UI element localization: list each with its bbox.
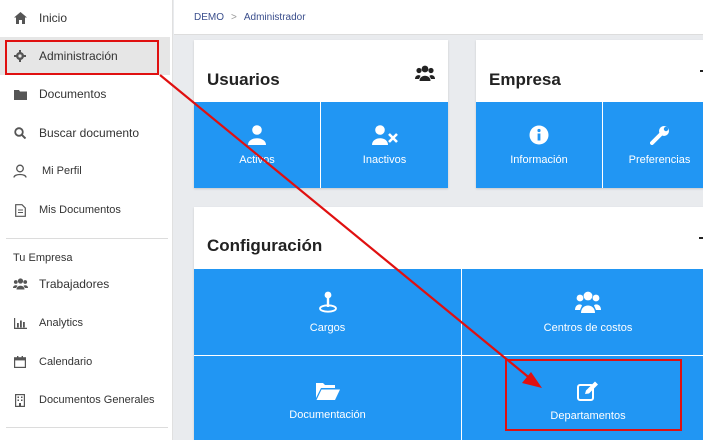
breadcrumb: DEMO > Administrador xyxy=(174,0,703,35)
building-icon xyxy=(12,392,28,408)
sidebar-item-label: Calendario xyxy=(39,356,93,368)
info-icon xyxy=(529,125,549,154)
search-icon xyxy=(12,125,28,141)
breadcrumb-separator: > xyxy=(231,11,237,23)
section-label-tu-empresa: Tu Empresa xyxy=(13,252,73,264)
tile-label: Información xyxy=(510,153,568,166)
user-icon xyxy=(248,124,266,154)
sidebar-item-inicio[interactable]: Inicio xyxy=(0,0,170,37)
pin-icon xyxy=(318,291,337,322)
tile-activos[interactable]: Activos xyxy=(194,102,320,188)
sidebar-item-label: Mi Perfil xyxy=(42,165,82,177)
user-remove-icon xyxy=(371,124,398,154)
folder-icon xyxy=(12,86,28,102)
sidebar-item-label: Documentos xyxy=(39,87,107,101)
tile-cargos[interactable]: Cargos xyxy=(194,269,461,355)
group-icon xyxy=(415,65,435,87)
collapse-icon[interactable] xyxy=(699,237,703,239)
tile-preferencias[interactable]: Preferencias xyxy=(603,102,703,188)
usuarios-card: Usuarios Activos Inactivos xyxy=(194,40,448,188)
users-icon xyxy=(12,276,28,292)
sidebar-item-label: Documentos Generales xyxy=(39,394,155,406)
tile-inactivos[interactable]: Inactivos xyxy=(321,102,448,188)
sidebar-item-label: Buscar documento xyxy=(39,126,140,140)
sidebar-item-documentos[interactable]: Documentos xyxy=(0,75,170,113)
sidebar-item-label: Analytics xyxy=(39,317,84,329)
tile-label: Centros de costos xyxy=(543,321,633,334)
home-icon xyxy=(12,10,28,26)
card-title: Empresa xyxy=(489,70,561,89)
document-icon xyxy=(12,202,28,218)
group-icon xyxy=(575,291,601,322)
sidebar-divider xyxy=(6,427,168,428)
breadcrumb-current: Administrador xyxy=(243,11,306,23)
card-title: Usuarios xyxy=(207,70,280,89)
sidebar-item-buscar-documento[interactable]: Buscar documento xyxy=(0,114,170,152)
empresa-card: Empresa Información Preferencias xyxy=(476,40,703,188)
sidebar-item-calendario[interactable]: Calendario xyxy=(0,343,170,381)
sidebar-item-label: Inicio xyxy=(39,11,68,25)
user-icon xyxy=(12,163,28,179)
card-title: Configuración xyxy=(207,236,323,255)
calendar-icon xyxy=(12,354,28,370)
tile-documentacion[interactable]: Documentación xyxy=(194,356,461,440)
sidebar-item-mi-perfil[interactable]: Mi Perfil xyxy=(0,152,170,190)
sidebar-item-trabajadores[interactable]: Trabajadores xyxy=(0,265,170,303)
sidebar-item-mis-documentos[interactable]: Mis Documentos xyxy=(0,191,170,229)
breadcrumb-root-link[interactable]: DEMO xyxy=(194,12,224,23)
sidebar-divider xyxy=(6,238,168,239)
tile-label: Cargos xyxy=(309,321,346,334)
tile-informacion[interactable]: Información xyxy=(476,102,602,188)
sidebar-item-label: Trabajadores xyxy=(39,277,110,291)
wrench-icon xyxy=(649,125,670,154)
annotation-highlight-departamentos xyxy=(505,359,682,431)
tile-label: Preferencias xyxy=(628,153,691,166)
folder-open-icon xyxy=(315,382,340,409)
tile-label: Documentación xyxy=(289,409,366,421)
bar-chart-icon xyxy=(12,315,28,331)
sidebar-item-label: Mis Documentos xyxy=(39,204,121,216)
tile-label: Activos xyxy=(239,153,275,166)
annotation-highlight-administracion xyxy=(5,40,159,75)
tile-centros-de-costos[interactable]: Centros de costos xyxy=(462,269,703,355)
sidebar-item-analytics[interactable]: Analytics xyxy=(0,304,170,342)
tile-label: Inactivos xyxy=(362,153,407,166)
sidebar-item-documentos-generales[interactable]: Documentos Generales xyxy=(0,381,170,419)
